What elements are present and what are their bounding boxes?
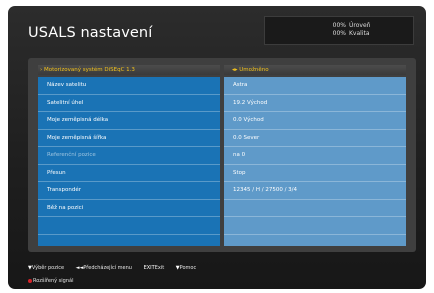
signal-quality-label: Kvalita	[349, 30, 370, 37]
setting-value[interactable]: Astra	[224, 77, 406, 95]
enabled-header-value: Umožněno	[239, 67, 269, 73]
setting-label[interactable]: Přesun	[38, 165, 220, 182]
select-position-label: Výběr pozice	[31, 265, 65, 271]
setting-value[interactable]: 19.2 Východ	[224, 95, 406, 112]
enabled-header[interactable]: ◂▸ Umožněno	[224, 65, 406, 75]
setting-value[interactable]: 0.0 Východ	[224, 112, 406, 130]
setting-label[interactable]: Referenční pozice	[38, 147, 220, 165]
setting-label[interactable]: Moje zeměpisná délka	[38, 112, 220, 130]
tv-screen: USALS nastavení 00% Úroveň 00% Kvalita › M…	[8, 6, 426, 289]
setting-label	[38, 217, 220, 235]
system-header-label: Motorizovaný systém DiSEqC 1.3	[43, 67, 135, 73]
select-position-hint[interactable]: ▼Výběr pozice	[28, 265, 64, 271]
setting-value[interactable]: Stop	[224, 165, 406, 182]
extended-signal-label: Rozšířený signál	[33, 278, 74, 284]
exit-label: Exit	[154, 265, 165, 271]
setting-value[interactable]	[224, 200, 406, 217]
footer-keys: ▼Výběr pozice ◄◄Předcházející menu EXITE…	[28, 265, 206, 271]
signal-indicator: 00% Úroveň 00% Kvalita	[264, 16, 414, 45]
system-header[interactable]: › Motorizovaný systém DiSEqC 1.3	[38, 65, 220, 75]
help-hint[interactable]: ▼Pomoc	[176, 265, 196, 271]
setting-label[interactable]: Satelitní úhel	[38, 95, 220, 112]
exit-hint[interactable]: EXITExit	[144, 265, 165, 271]
help-label: Pomoc	[179, 265, 197, 271]
setting-label[interactable]: Moje zeměpisná šířka	[38, 130, 220, 147]
previous-menu-label: Předcházející menu	[83, 265, 132, 271]
signal-quality: 00% Kvalita	[328, 30, 370, 38]
value-column: Astra 19.2 Východ 0.0 Východ 0.0 Sever n…	[224, 77, 406, 246]
setting-value[interactable]: 0.0 Sever	[224, 130, 406, 147]
extended-signal-hint[interactable]: Rozšířený signál	[28, 278, 73, 284]
previous-menu-hint[interactable]: ◄◄Předcházející menu	[76, 265, 132, 271]
signal-quality-value: 00%	[332, 30, 346, 37]
label-column: Název satelitu Satelitní úhel Moje zeměp…	[38, 77, 220, 246]
red-button-icon	[28, 278, 32, 283]
setting-label[interactable]: Běž na pozici	[38, 200, 220, 217]
setting-value	[224, 217, 406, 235]
page-title: USALS nastavení	[28, 25, 153, 41]
signal-level-value: 00%	[332, 22, 346, 29]
settings-panel: › Motorizovaný systém DiSEqC 1.3 ◂▸ Umož…	[28, 58, 416, 252]
setting-value[interactable]: na 0	[224, 147, 406, 165]
setting-label[interactable]: Název satelitu	[38, 77, 220, 95]
setting-value[interactable]: 12345 / H / 27500 / 3/4	[224, 182, 406, 200]
signal-level-label: Úroveň	[349, 22, 371, 29]
setting-label[interactable]: Transpondér	[38, 182, 220, 200]
signal-level: 00% Úroveň	[328, 22, 371, 30]
exit-key-icon: EXIT	[143, 265, 155, 271]
